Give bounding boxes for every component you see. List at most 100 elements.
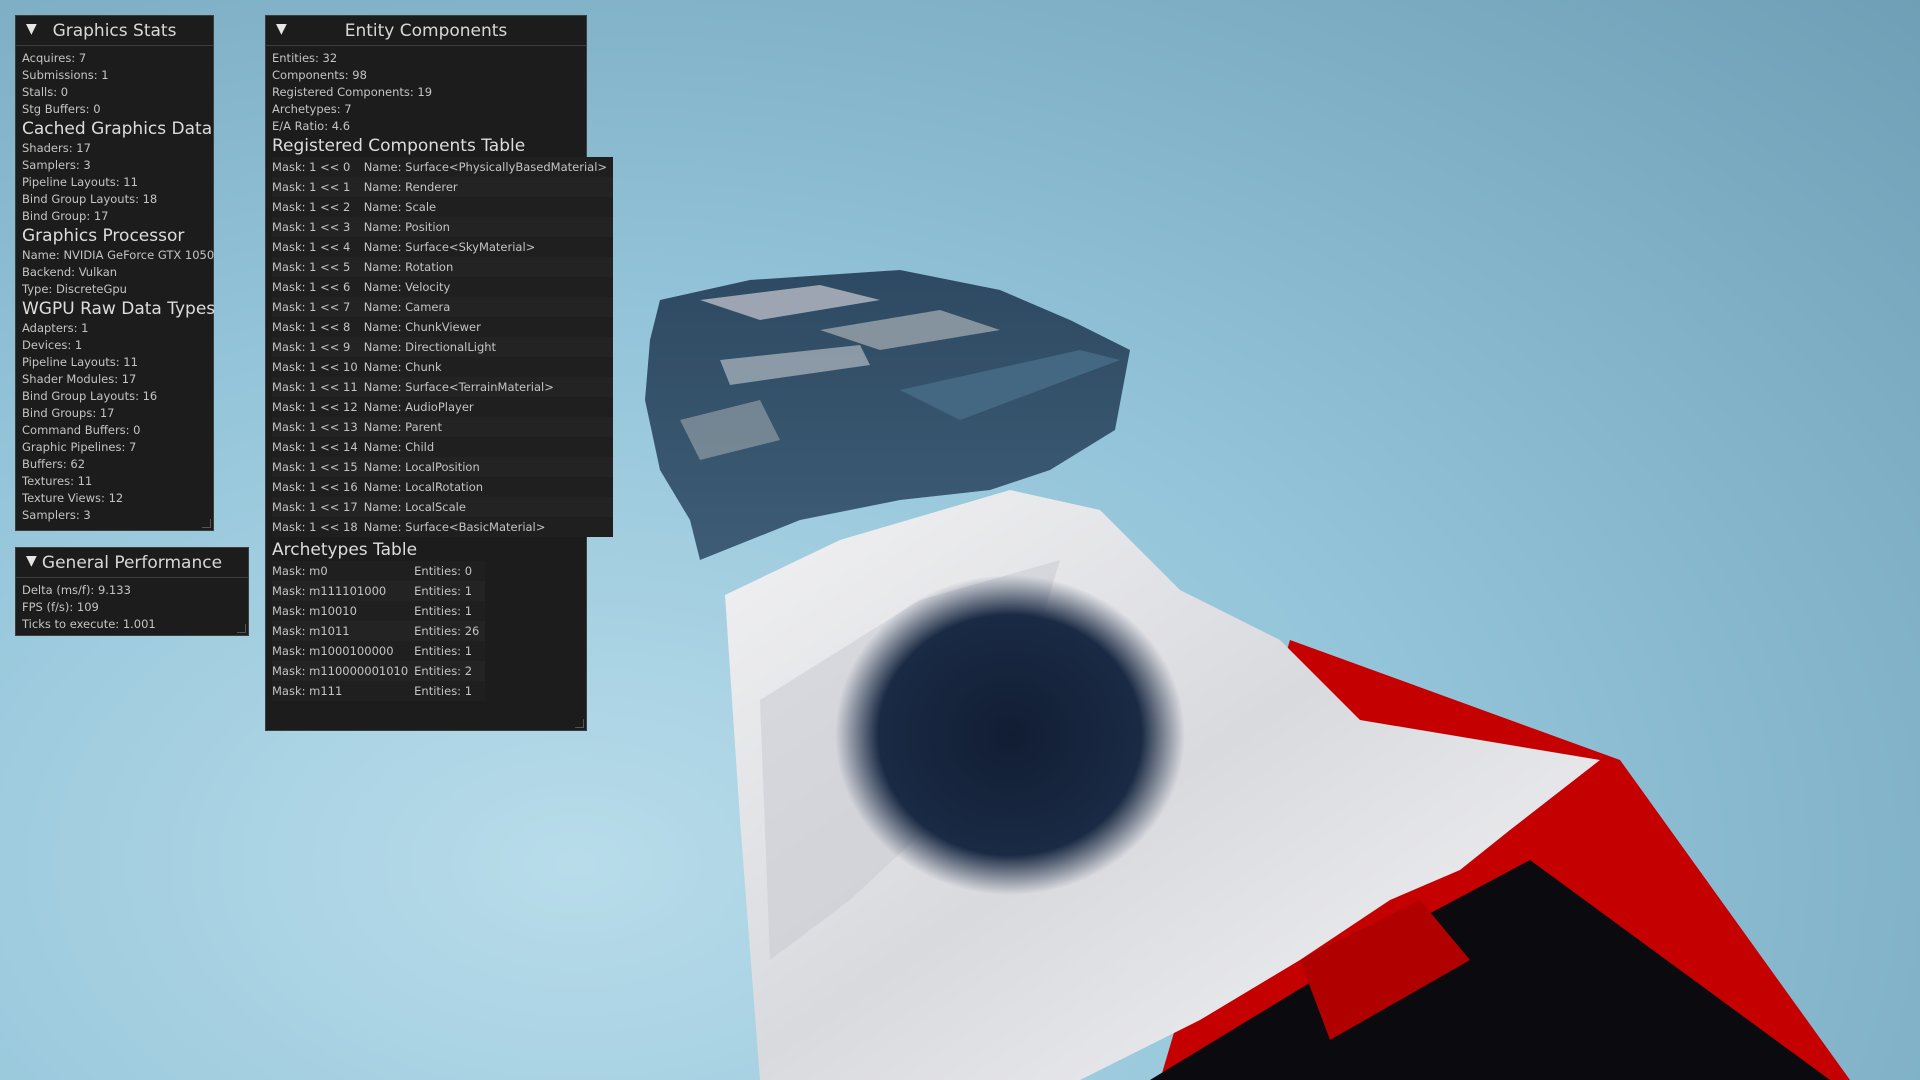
mask-cell: Mask: 1 << 10: [272, 357, 364, 377]
name-cell: Name: Scale: [363, 197, 614, 217]
registered-components-table: Mask: 1 << 0 Name: Surface<PhysicallyBase…: [272, 157, 614, 537]
name-cell: Name: Renderer: [363, 177, 614, 197]
stat-line: Texture Views: 12: [22, 491, 124, 505]
table-row: Mask: 1 << 18 Name: Surface<BasicMaterial…: [272, 517, 614, 537]
mask-cell: Mask: 1 << 4: [272, 237, 364, 257]
name-cell: Name: Position: [363, 217, 614, 237]
stat-line: Name: NVIDIA GeForce GTX 1050: [22, 248, 215, 262]
name-cell: Name: Surface<SkyMaterial>: [363, 237, 614, 257]
perf-line: Delta (ms/f): 9.133: [22, 583, 131, 597]
mask-cell: Mask: 1 << 7: [272, 297, 364, 317]
entity-stat-line: Registered Components: 19: [272, 85, 433, 99]
stat-line: Stalls: 0: [22, 85, 69, 99]
table-row: Mask: 1 << 17 Name: LocalScale: [272, 497, 614, 517]
stat-line: Bind Groups: 17: [22, 406, 115, 420]
mask-cell: Mask: 1 << 11: [272, 377, 364, 397]
stat-line: Bind Group Layouts: 18: [22, 192, 158, 206]
stat-line: Submissions: 1: [22, 68, 109, 82]
entity-stat-line: Archetypes: 7: [272, 102, 352, 116]
table-row: Mask: m10010 Entities: 1: [272, 601, 486, 621]
mask-cell: Mask: 1 << 18: [272, 517, 364, 537]
table-row: Mask: m1011 Entities: 26: [272, 621, 486, 641]
stat-line: Adapters: 1: [22, 321, 89, 335]
table-row: Mask: 1 << 10 Name: Chunk: [272, 357, 614, 377]
crater: [835, 575, 1185, 895]
mask-cell: Mask: 1 << 1: [272, 177, 364, 197]
entity-components-titlebar[interactable]: ▼ Entity Components: [266, 16, 586, 46]
resize-grip-icon[interactable]: [202, 519, 211, 528]
name-cell: Name: Rotation: [363, 257, 614, 277]
table-row: Mask: 1 << 15 Name: LocalPosition: [272, 457, 614, 477]
graphics-stats-titlebar[interactable]: ▼ Graphics Stats: [16, 16, 213, 46]
name-cell: Name: Child: [363, 437, 614, 457]
name-cell: Name: LocalPosition: [363, 457, 614, 477]
mask-cell: Mask: 1 << 3: [272, 217, 364, 237]
table-row: Mask: 1 << 3 Name: Position: [272, 217, 614, 237]
mask-cell: Mask: 1 << 16: [272, 477, 364, 497]
name-cell: Name: AudioPlayer: [363, 397, 614, 417]
table-row: Mask: 1 << 4 Name: Surface<SkyMaterial>: [272, 237, 614, 257]
stat-line: Samplers: 3: [22, 158, 91, 172]
stat-line: Pipeline Layouts: 11: [22, 355, 138, 369]
general-performance-titlebar[interactable]: ▼ General Performance: [16, 548, 248, 578]
wgpu-raw-data-heading: WGPU Raw Data Types: [22, 299, 216, 319]
entity-stat-line: E/A Ratio: 4.6: [272, 119, 351, 133]
table-row: Mask: 1 << 0 Name: Surface<PhysicallyBase…: [272, 157, 614, 177]
archetypes-table: Mask: m0 Entities: 0 Mask: m111101000 Entit…: [272, 561, 486, 701]
collapse-triangle-icon[interactable]: ▼: [26, 21, 37, 37]
stat-line: Shaders: 17: [22, 141, 91, 155]
mask-cell: Mask: 1 << 6: [272, 277, 364, 297]
entities-cell: Entities: 2: [414, 661, 486, 681]
perf-line: FPS (f/s): 109: [22, 600, 99, 614]
resize-grip-icon[interactable]: [237, 624, 246, 633]
stat-line: Stg Buffers: 0: [22, 102, 101, 116]
stat-line: Buffers: 62: [22, 457, 86, 471]
resize-grip-icon[interactable]: [575, 719, 584, 728]
name-cell: Name: Parent: [363, 417, 614, 437]
mask-cell: Mask: 1 << 0: [272, 157, 364, 177]
table-row: Mask: 1 << 11 Name: Surface<TerrainMateri…: [272, 377, 614, 397]
table-row: Mask: 1 << 8 Name: ChunkViewer: [272, 317, 614, 337]
name-cell: Name: LocalRotation: [363, 477, 614, 497]
table-row: Mask: 1 << 1 Name: Renderer: [272, 177, 614, 197]
stat-line: Shader Modules: 17: [22, 372, 137, 386]
entities-cell: Entities: 1: [414, 641, 486, 661]
graphics-processor-heading: Graphics Processor: [22, 226, 185, 246]
mask-cell: Mask: m110000001010: [272, 661, 415, 681]
window-title: General Performance: [41, 552, 223, 573]
table-row: Mask: m1000100000 Entities: 1: [272, 641, 486, 661]
collapse-triangle-icon[interactable]: ▼: [276, 21, 287, 37]
name-cell: Name: Surface<BasicMaterial>: [363, 517, 614, 537]
mask-cell: Mask: 1 << 8: [272, 317, 364, 337]
table-row: Mask: 1 << 14 Name: Child: [272, 437, 614, 457]
table-row: Mask: 1 << 7 Name: Camera: [272, 297, 614, 317]
table-row: Mask: 1 << 13 Name: Parent: [272, 417, 614, 437]
cached-data-heading: Cached Graphics Data: [22, 119, 213, 139]
graphics-stats-window[interactable]: ▼ Graphics Stats Acquires: 7 Submissions:…: [15, 15, 216, 531]
entity-components-body: Entities: 32 Components: 98 Registered Com…: [266, 46, 614, 701]
entities-cell: Entities: 1: [414, 581, 486, 601]
name-cell: Name: Surface<TerrainMaterial>: [363, 377, 614, 397]
mask-cell: Mask: 1 << 17: [272, 497, 364, 517]
table-row: Mask: 1 << 2 Name: Scale: [272, 197, 614, 217]
general-performance-window[interactable]: ▼ General Performance Delta (ms/f): 9.13…: [15, 547, 249, 636]
name-cell: Name: Chunk: [363, 357, 614, 377]
mask-cell: Mask: 1 << 13: [272, 417, 364, 437]
entity-stat-line: Entities: 32: [272, 51, 338, 65]
stat-line: Samplers: 3: [22, 508, 91, 522]
table-row: Mask: m110000001010 Entities: 2: [272, 661, 486, 681]
mask-cell: Mask: m111: [272, 681, 415, 701]
collapse-triangle-icon[interactable]: ▼: [26, 553, 37, 569]
mask-cell: Mask: 1 << 2: [272, 197, 364, 217]
stat-line: Textures: 11: [22, 474, 93, 488]
table-row: Mask: 1 << 12 Name: AudioPlayer: [272, 397, 614, 417]
stat-line: Pipeline Layouts: 11: [22, 175, 138, 189]
general-performance-body: Delta (ms/f): 9.133 FPS (f/s): 109 Ticks t…: [16, 578, 248, 633]
graphics-stats-body: Acquires: 7 Submissions: 1 Stalls: 0 Stg Bu…: [16, 46, 216, 524]
table-row: Mask: m0 Entities: 0: [272, 561, 486, 581]
stat-line: Command Buffers: 0: [22, 423, 141, 437]
registered-components-heading: Registered Components Table: [272, 136, 526, 156]
window-title: Graphics Stats: [52, 20, 177, 41]
mask-cell: Mask: m1000100000: [272, 641, 415, 661]
entity-components-window[interactable]: ▼ Entity Components Entities: 32 Componen…: [265, 15, 614, 731]
